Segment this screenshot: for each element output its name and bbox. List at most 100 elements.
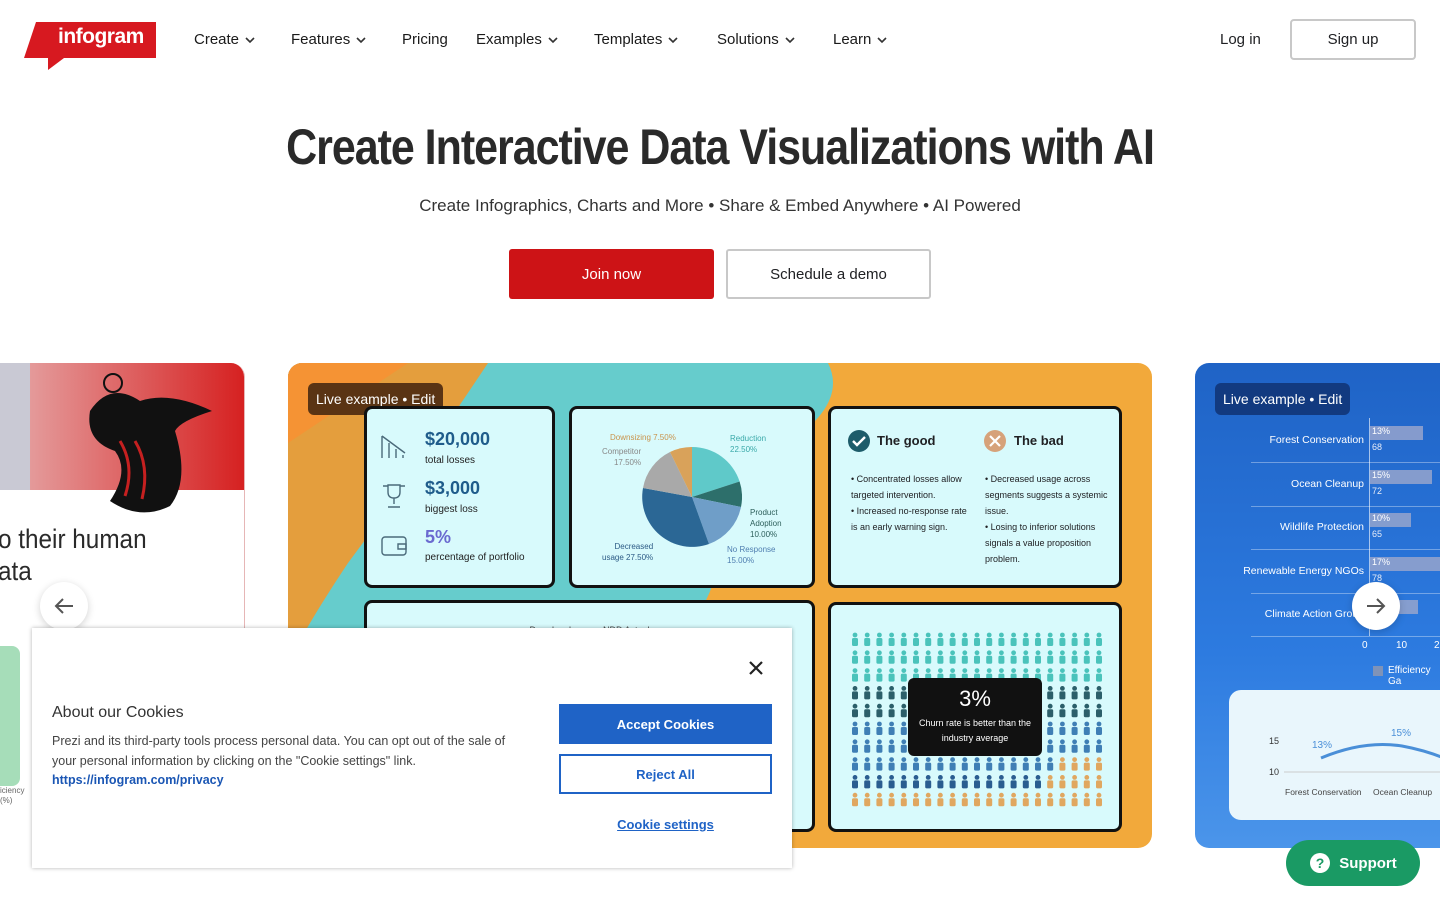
churn-callout: 3% Churn rate is better than the industr… [908,678,1042,756]
person-icon [937,632,944,646]
nav-templates[interactable]: Templates [594,31,678,48]
person-icon [1096,686,1102,700]
cookie-settings-link[interactable]: Cookie settings [559,804,772,844]
close-icon[interactable] [748,660,764,676]
person-icon [900,739,907,753]
person-icon [876,775,883,789]
nav-templates-label: Templates [594,31,663,48]
nav-examples[interactable]: Examples [476,31,558,48]
person-icon [1096,775,1102,789]
bar-pct-label: 13% [1372,426,1391,436]
schedule-demo-button[interactable]: Schedule a demo [726,249,931,299]
person-icon [1022,775,1029,789]
person-icon [925,775,932,789]
person-icon [913,792,919,807]
person-icon [1059,703,1066,718]
person-icon [986,775,993,789]
person-icon [961,650,968,664]
person-icon [888,792,895,807]
join-now-button[interactable]: Join now [509,249,714,299]
person-icon [974,632,980,646]
person-icon [888,721,895,735]
person-icon [961,632,968,646]
signup-button[interactable]: Sign up [1290,19,1416,60]
live-example-badge-right[interactable]: Live example • Edit [1215,383,1351,415]
good-item: • Concentrated losses allow targeted int… [851,474,962,500]
carousel-next-button[interactable] [1352,582,1400,630]
pie-label-reduction: Reduction 22.50% [730,434,767,454]
person-icon [876,757,883,771]
person-icon [986,792,993,807]
nav-create[interactable]: Create [194,31,255,48]
support-button[interactable]: ? Support [1286,840,1420,886]
person-icon [1071,739,1078,753]
illustration-figure [89,373,212,513]
bad-item: • Losing to inferior solutions signals a… [985,522,1096,564]
person-icon [949,632,956,646]
person-icon [998,757,1005,771]
nav-pricing[interactable]: Pricing [402,31,448,48]
stat-value: $20,000 [425,429,491,449]
bar-pct-label: 15% [1372,469,1391,480]
card-headline: o their human ata [0,523,147,587]
cookie-dialog: About our Cookies Prezi and its third-pa… [32,628,792,868]
person-icon [1096,668,1102,682]
accept-cookies-button[interactable]: Accept Cookies [559,704,772,744]
bar-row-label: Wildlife Protection [1279,521,1364,533]
person-icon [998,792,1005,807]
logo-text: infogram [58,25,144,48]
person-icon [1096,721,1102,735]
person-icon [1022,792,1029,807]
person-icon [1083,792,1090,807]
person-icon [900,792,907,807]
person-icon [1035,650,1041,664]
person-icon [1083,703,1090,718]
person-icon [852,757,858,771]
person-icon [1096,739,1102,753]
person-icon [1047,668,1054,682]
person-icon [974,792,980,807]
efficiency-label-fragment: iciency (%) [0,786,25,805]
person-icon [1059,775,1066,789]
person-icon [900,721,907,735]
person-icon [1010,792,1017,807]
person-icon [876,686,883,700]
person-icon [1083,650,1090,664]
person-icon [1096,792,1102,807]
person-icon [961,757,968,771]
person-icon [998,775,1005,789]
chart-down-icon [381,435,406,458]
arrow-right-icon [1367,598,1386,614]
nav-features[interactable]: Features [291,31,366,48]
person-icon [900,650,907,664]
person-icon [864,721,871,735]
person-icon [1010,775,1017,789]
login-link[interactable]: Log in [1220,31,1261,48]
person-icon [1083,775,1090,789]
support-label: Support [1339,854,1397,872]
bar-row-label: Forest Conservation [1269,434,1364,446]
pie-label-noresponse: No Response 15.00% [727,545,776,565]
line-point-label: 15% [1391,728,1412,739]
person-icon [913,757,919,771]
person-icon [949,792,956,807]
line-x-tick: Forest Conservation [1285,787,1362,797]
nav-pricing-label: Pricing [402,31,448,48]
privacy-link[interactable]: https://infogram.com/privacy [52,773,224,787]
chevron-down-icon [548,36,558,43]
person-icon [876,721,883,735]
bar-row-divider [1251,592,1440,594]
good-bad-panel: The good • Concentrated losses allow tar… [828,406,1122,588]
churn-panel: 3% Churn rate is better than the industr… [828,602,1122,832]
nav-learn[interactable]: Learn [833,31,887,48]
person-icon [998,632,1005,646]
reject-all-button[interactable]: Reject All [559,754,772,794]
person-icon [888,757,895,771]
legend-label: Efficiency Ga [1388,665,1431,687]
person-icon [900,757,907,771]
person-icon [913,632,919,646]
person-icon [1047,775,1054,789]
nav-solutions[interactable]: Solutions [717,31,795,48]
carousel-prev-button[interactable] [40,582,88,630]
person-icon [961,775,968,789]
